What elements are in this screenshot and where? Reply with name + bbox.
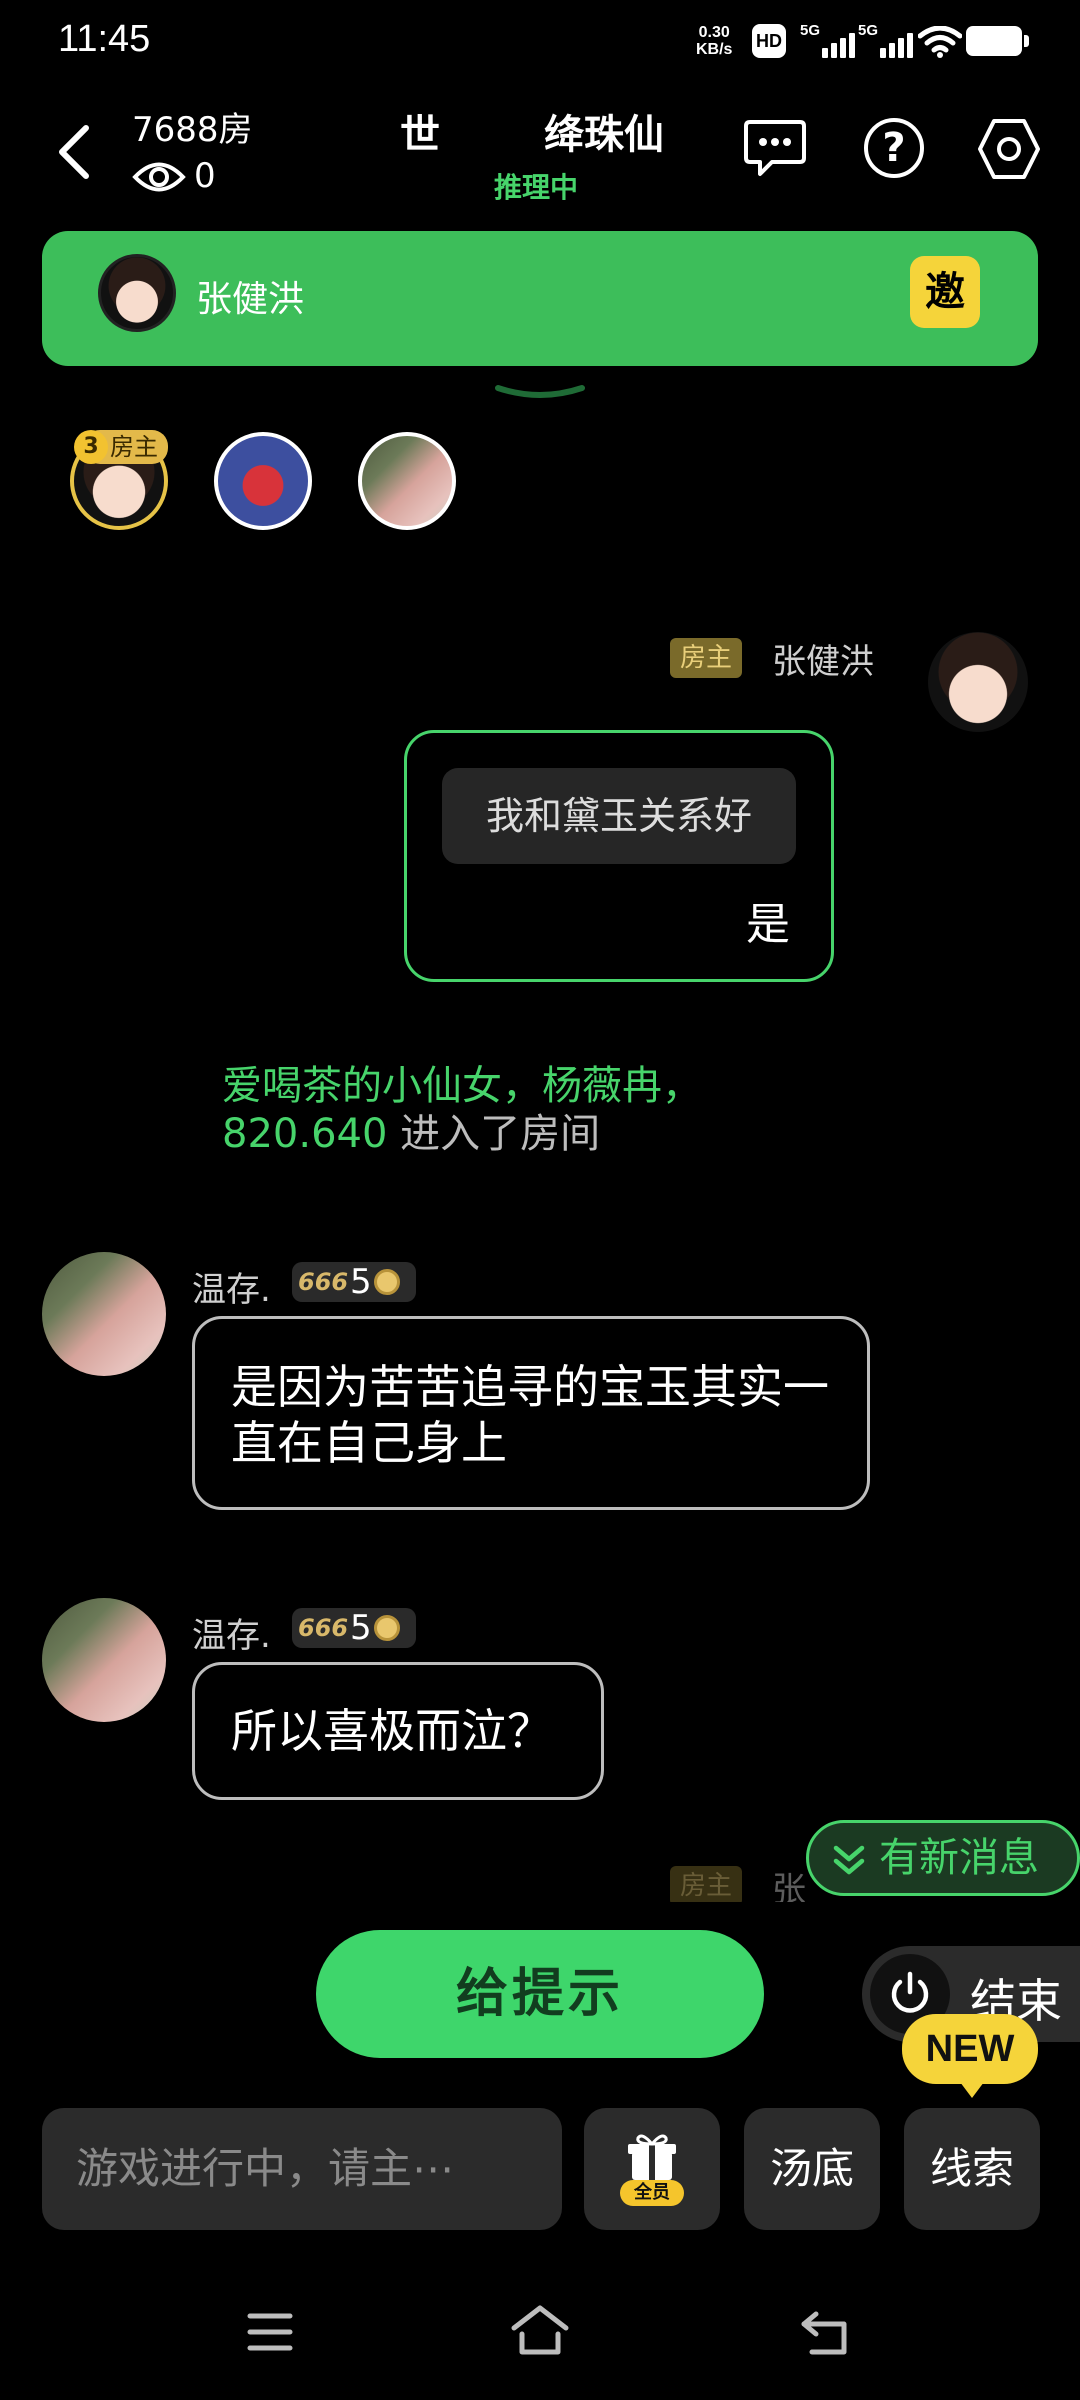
new-badge: NEW [902,2014,1038,2098]
signal-icon-2: 5G [858,22,918,60]
room-number: 7688房 [132,110,253,150]
member-avatar-2[interactable] [214,432,312,530]
status-time: 11:45 [58,18,151,60]
partial-host-badge: 房主 [670,1866,743,1902]
page-title: 绛珠仙 [544,112,664,158]
chat-name-2: 温存. [192,1616,271,1656]
signal-icon: 5G [800,22,860,60]
invite-button[interactable]: 邀 [910,256,980,328]
title-left-fragment: 世 [400,112,440,158]
signal-label: 5G [800,22,821,39]
answer-button[interactable]: 汤底 [744,2108,880,2230]
network-speed-value: 0.30 [698,24,730,41]
new-messages-label: 有新消息 [879,1835,1039,1881]
network-speed-unit: KB/s [696,41,733,58]
chat-avatar-2[interactable] [42,1598,166,1722]
level-emblem-icon: 666 [298,1614,349,1642]
chat-name-1: 温存. [192,1270,271,1310]
game-status: 推理中 [494,171,579,204]
chat-input[interactable]: 游戏进行中，请主⋯ [42,2108,562,2230]
chat-bubble-1: 是因为苦苦追寻的宝玉其实一直在自己身上 [192,1316,870,1510]
hd-badge: HD [752,24,786,58]
level-pill-2: 666 5 [292,1608,416,1648]
host-message-name: 张健洪 [772,642,874,682]
new-messages-button[interactable]: 有新消息 [806,1820,1080,1896]
chat-text-2: 所以喜极而泣？ [231,1704,553,1758]
chat-level-2: 5 [350,1608,372,1648]
viewer-count: 0 [194,156,216,196]
host-name: 张健洪 [196,279,305,320]
network-speed: 0.30 KB/s [696,24,732,58]
gift-icon [628,2134,676,2180]
back-icon[interactable] [54,122,94,182]
host-answer: 是 [746,899,790,950]
hint-button[interactable]: 给提示 [316,1930,764,2058]
quoted-question: 我和黛玉关系好 [442,768,796,864]
hexagon-settings-icon[interactable] [976,116,1042,182]
battery-icon [966,26,1029,56]
notice-text: 进入了房间 [387,1111,601,1157]
host-level: 3 [74,430,108,464]
chat-avatar-1[interactable] [42,1252,166,1376]
clues-button[interactable]: 线索 [904,2108,1040,2230]
chevron-down-icon[interactable] [494,384,586,404]
partial-host-name: 张 [772,1870,806,1902]
power-icon [891,1971,929,2013]
host-banner[interactable] [42,231,1038,366]
level-pill-1: 666 5 [292,1262,416,1302]
host-message-avatar[interactable] [928,632,1028,732]
chat-bubble-icon[interactable] [742,118,808,180]
coin-icon [374,1269,400,1295]
menu-icon[interactable] [246,2310,294,2354]
chat-text-1: 是因为苦苦追寻的宝玉其实一直在自己身上 [231,1360,829,1470]
host-role-badge: 房主 [670,638,743,678]
level-emblem-icon: 666 [298,1268,349,1296]
eye-icon [132,162,186,192]
gift-tag: 全员 [620,2180,684,2206]
coin-icon [374,1615,400,1641]
wifi-icon [918,26,962,58]
host-avatar [98,254,176,332]
gift-button[interactable]: 全员 [584,2108,720,2230]
double-chevron-down-icon [833,1845,865,1875]
member-avatar-3[interactable] [358,432,456,530]
question-icon[interactable]: ? [864,118,924,178]
home-icon[interactable] [510,2304,570,2356]
partial-host-header: 房主 张 [670,1866,810,1902]
signal-label-2: 5G [858,22,879,39]
chat-bubble-2: 所以喜极而泣？ [192,1662,604,1800]
back-nav-icon[interactable] [800,2310,852,2356]
system-notice: 爱喝茶的小仙女，杨薇冉，820.640 进入了房间 [222,1062,762,1158]
chat-level-1: 5 [350,1262,372,1302]
